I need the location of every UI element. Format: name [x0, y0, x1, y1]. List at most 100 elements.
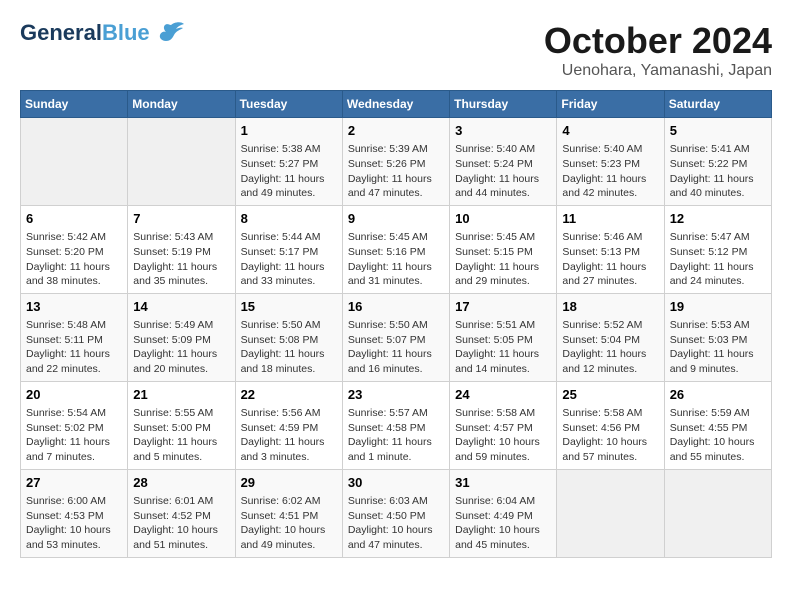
day-info: Sunrise: 5:55 AM Sunset: 5:00 PM Dayligh…	[133, 406, 229, 465]
calendar-table: SundayMondayTuesdayWednesdayThursdayFrid…	[20, 90, 772, 558]
day-number: 7	[133, 210, 229, 228]
calendar-cell: 30 Sunrise: 6:03 AM Sunset: 4:50 PM Dayli…	[342, 469, 449, 557]
calendar-cell: 18Sunrise: 5:52 AM Sunset: 5:04 PM Dayli…	[557, 293, 664, 381]
day-number: 13	[26, 298, 122, 316]
day-number: 12	[670, 210, 766, 228]
calendar-cell: 29 Sunrise: 6:02 AM Sunset: 4:51 PM Dayli…	[235, 469, 342, 557]
calendar-cell: 24Sunrise: 5:58 AM Sunset: 4:57 PM Dayli…	[450, 381, 557, 469]
day-number: 14	[133, 298, 229, 316]
calendar-cell: 13 Sunrise: 5:48 AM Sunset: 5:11 PM Dayli…	[21, 293, 128, 381]
calendar-cell: 9Sunrise: 5:45 AM Sunset: 5:16 PM Daylig…	[342, 205, 449, 293]
calendar-cell: 2Sunrise: 5:39 AM Sunset: 5:26 PM Daylig…	[342, 118, 449, 206]
day-number: 24	[455, 386, 551, 404]
calendar-cell: 14 Sunrise: 5:49 AM Sunset: 5:09 PM Dayli…	[128, 293, 235, 381]
day-info: Sunrise: 5:45 AM Sunset: 5:15 PM Dayligh…	[455, 230, 551, 289]
day-header-wednesday: Wednesday	[342, 91, 449, 118]
day-number: 31	[455, 474, 551, 492]
day-info: Sunrise: 5:43 AM Sunset: 5:19 PM Dayligh…	[133, 230, 229, 289]
logo-blue: Blue	[102, 20, 150, 45]
day-number: 10	[455, 210, 551, 228]
day-number: 17	[455, 298, 551, 316]
day-info: Sunrise: 5:54 AM Sunset: 5:02 PM Dayligh…	[26, 406, 122, 465]
calendar-cell: 8Sunrise: 5:44 AM Sunset: 5:17 PM Daylig…	[235, 205, 342, 293]
day-info: Sunrise: 5:59 AM Sunset: 4:55 PM Dayligh…	[670, 406, 766, 465]
calendar-cell: 15 Sunrise: 5:50 AM Sunset: 5:08 PM Dayli…	[235, 293, 342, 381]
day-number: 3	[455, 122, 551, 140]
day-info: Sunrise: 5:57 AM Sunset: 4:58 PM Dayligh…	[348, 406, 444, 465]
calendar-cell: 27 Sunrise: 6:00 AM Sunset: 4:53 PM Dayli…	[21, 469, 128, 557]
logo-text: GeneralBlue	[20, 20, 150, 46]
calendar-cell: 10 Sunrise: 5:45 AM Sunset: 5:15 PM Dayli…	[450, 205, 557, 293]
calendar-cell: 26 Sunrise: 5:59 AM Sunset: 4:55 PM Dayli…	[664, 381, 771, 469]
day-info: Sunrise: 5:50 AM Sunset: 5:07 PM Dayligh…	[348, 318, 444, 377]
calendar-cell: 22 Sunrise: 5:56 AM Sunset: 4:59 PM Dayli…	[235, 381, 342, 469]
day-number: 28	[133, 474, 229, 492]
day-header-friday: Friday	[557, 91, 664, 118]
day-number: 26	[670, 386, 766, 404]
day-info: Sunrise: 5:47 AM Sunset: 5:12 PM Dayligh…	[670, 230, 766, 289]
day-number: 15	[241, 298, 337, 316]
day-info: Sunrise: 5:48 AM Sunset: 5:11 PM Dayligh…	[26, 318, 122, 377]
logo-general: General	[20, 20, 102, 45]
calendar-week-4: 20 Sunrise: 5:54 AM Sunset: 5:02 PM Dayli…	[21, 381, 772, 469]
title-block: October 2024 Uenohara, Yamanashi, Japan	[544, 20, 772, 80]
calendar-week-1: 1 Sunrise: 5:38 AM Sunset: 5:27 PM Daylig…	[21, 118, 772, 206]
day-number: 20	[26, 386, 122, 404]
calendar-cell: 4 Sunrise: 5:40 AM Sunset: 5:23 PM Daylig…	[557, 118, 664, 206]
day-number: 27	[26, 474, 122, 492]
day-number: 5	[670, 122, 766, 140]
day-info: Sunrise: 5:49 AM Sunset: 5:09 PM Dayligh…	[133, 318, 229, 377]
logo: GeneralBlue	[20, 20, 186, 46]
day-info: Sunrise: 5:50 AM Sunset: 5:08 PM Dayligh…	[241, 318, 337, 377]
calendar-cell: 3 Sunrise: 5:40 AM Sunset: 5:24 PM Daylig…	[450, 118, 557, 206]
day-info: Sunrise: 6:02 AM Sunset: 4:51 PM Dayligh…	[241, 494, 337, 553]
day-info: Sunrise: 5:39 AM Sunset: 5:26 PM Dayligh…	[348, 142, 444, 201]
day-info: Sunrise: 5:44 AM Sunset: 5:17 PM Dayligh…	[241, 230, 337, 289]
calendar-cell: 17 Sunrise: 5:51 AM Sunset: 5:05 PM Dayli…	[450, 293, 557, 381]
day-number: 6	[26, 210, 122, 228]
day-header-tuesday: Tuesday	[235, 91, 342, 118]
day-info: Sunrise: 6:01 AM Sunset: 4:52 PM Dayligh…	[133, 494, 229, 553]
calendar-cell: 6Sunrise: 5:42 AM Sunset: 5:20 PM Daylig…	[21, 205, 128, 293]
day-info: Sunrise: 6:00 AM Sunset: 4:53 PM Dayligh…	[26, 494, 122, 553]
day-info: Sunrise: 6:03 AM Sunset: 4:50 PM Dayligh…	[348, 494, 444, 553]
day-number: 11	[562, 210, 658, 228]
day-info: Sunrise: 5:56 AM Sunset: 4:59 PM Dayligh…	[241, 406, 337, 465]
day-number: 16	[348, 298, 444, 316]
bird-icon	[156, 21, 186, 45]
day-info: Sunrise: 5:41 AM Sunset: 5:22 PM Dayligh…	[670, 142, 766, 201]
day-info: Sunrise: 5:53 AM Sunset: 5:03 PM Dayligh…	[670, 318, 766, 377]
calendar-cell	[21, 118, 128, 206]
day-info: Sunrise: 5:40 AM Sunset: 5:23 PM Dayligh…	[562, 142, 658, 201]
page-header: GeneralBlue October 2024 Uenohara, Yaman…	[20, 20, 772, 80]
calendar-cell: 25 Sunrise: 5:58 AM Sunset: 4:56 PM Dayli…	[557, 381, 664, 469]
day-info: Sunrise: 5:46 AM Sunset: 5:13 PM Dayligh…	[562, 230, 658, 289]
calendar-cell: 21Sunrise: 5:55 AM Sunset: 5:00 PM Dayli…	[128, 381, 235, 469]
day-header-thursday: Thursday	[450, 91, 557, 118]
day-number: 4	[562, 122, 658, 140]
day-info: Sunrise: 5:51 AM Sunset: 5:05 PM Dayligh…	[455, 318, 551, 377]
day-number: 9	[348, 210, 444, 228]
calendar-cell: 12 Sunrise: 5:47 AM Sunset: 5:12 PM Dayli…	[664, 205, 771, 293]
calendar-header-row: SundayMondayTuesdayWednesdayThursdayFrid…	[21, 91, 772, 118]
calendar-cell: 7 Sunrise: 5:43 AM Sunset: 5:19 PM Daylig…	[128, 205, 235, 293]
calendar-cell: 19Sunrise: 5:53 AM Sunset: 5:03 PM Dayli…	[664, 293, 771, 381]
day-number: 29	[241, 474, 337, 492]
day-header-sunday: Sunday	[21, 91, 128, 118]
day-header-monday: Monday	[128, 91, 235, 118]
day-number: 30	[348, 474, 444, 492]
calendar-cell	[664, 469, 771, 557]
location: Uenohara, Yamanashi, Japan	[544, 62, 772, 80]
calendar-cell	[557, 469, 664, 557]
calendar-cell: 16 Sunrise: 5:50 AM Sunset: 5:07 PM Dayli…	[342, 293, 449, 381]
calendar-week-3: 13 Sunrise: 5:48 AM Sunset: 5:11 PM Dayli…	[21, 293, 772, 381]
calendar-cell: 23Sunrise: 5:57 AM Sunset: 4:58 PM Dayli…	[342, 381, 449, 469]
day-number: 22	[241, 386, 337, 404]
calendar-cell: 20 Sunrise: 5:54 AM Sunset: 5:02 PM Dayli…	[21, 381, 128, 469]
day-info: Sunrise: 5:38 AM Sunset: 5:27 PM Dayligh…	[241, 142, 337, 201]
day-number: 1	[241, 122, 337, 140]
day-info: Sunrise: 5:40 AM Sunset: 5:24 PM Dayligh…	[455, 142, 551, 201]
day-number: 18	[562, 298, 658, 316]
day-number: 25	[562, 386, 658, 404]
day-info: Sunrise: 5:58 AM Sunset: 4:56 PM Dayligh…	[562, 406, 658, 465]
